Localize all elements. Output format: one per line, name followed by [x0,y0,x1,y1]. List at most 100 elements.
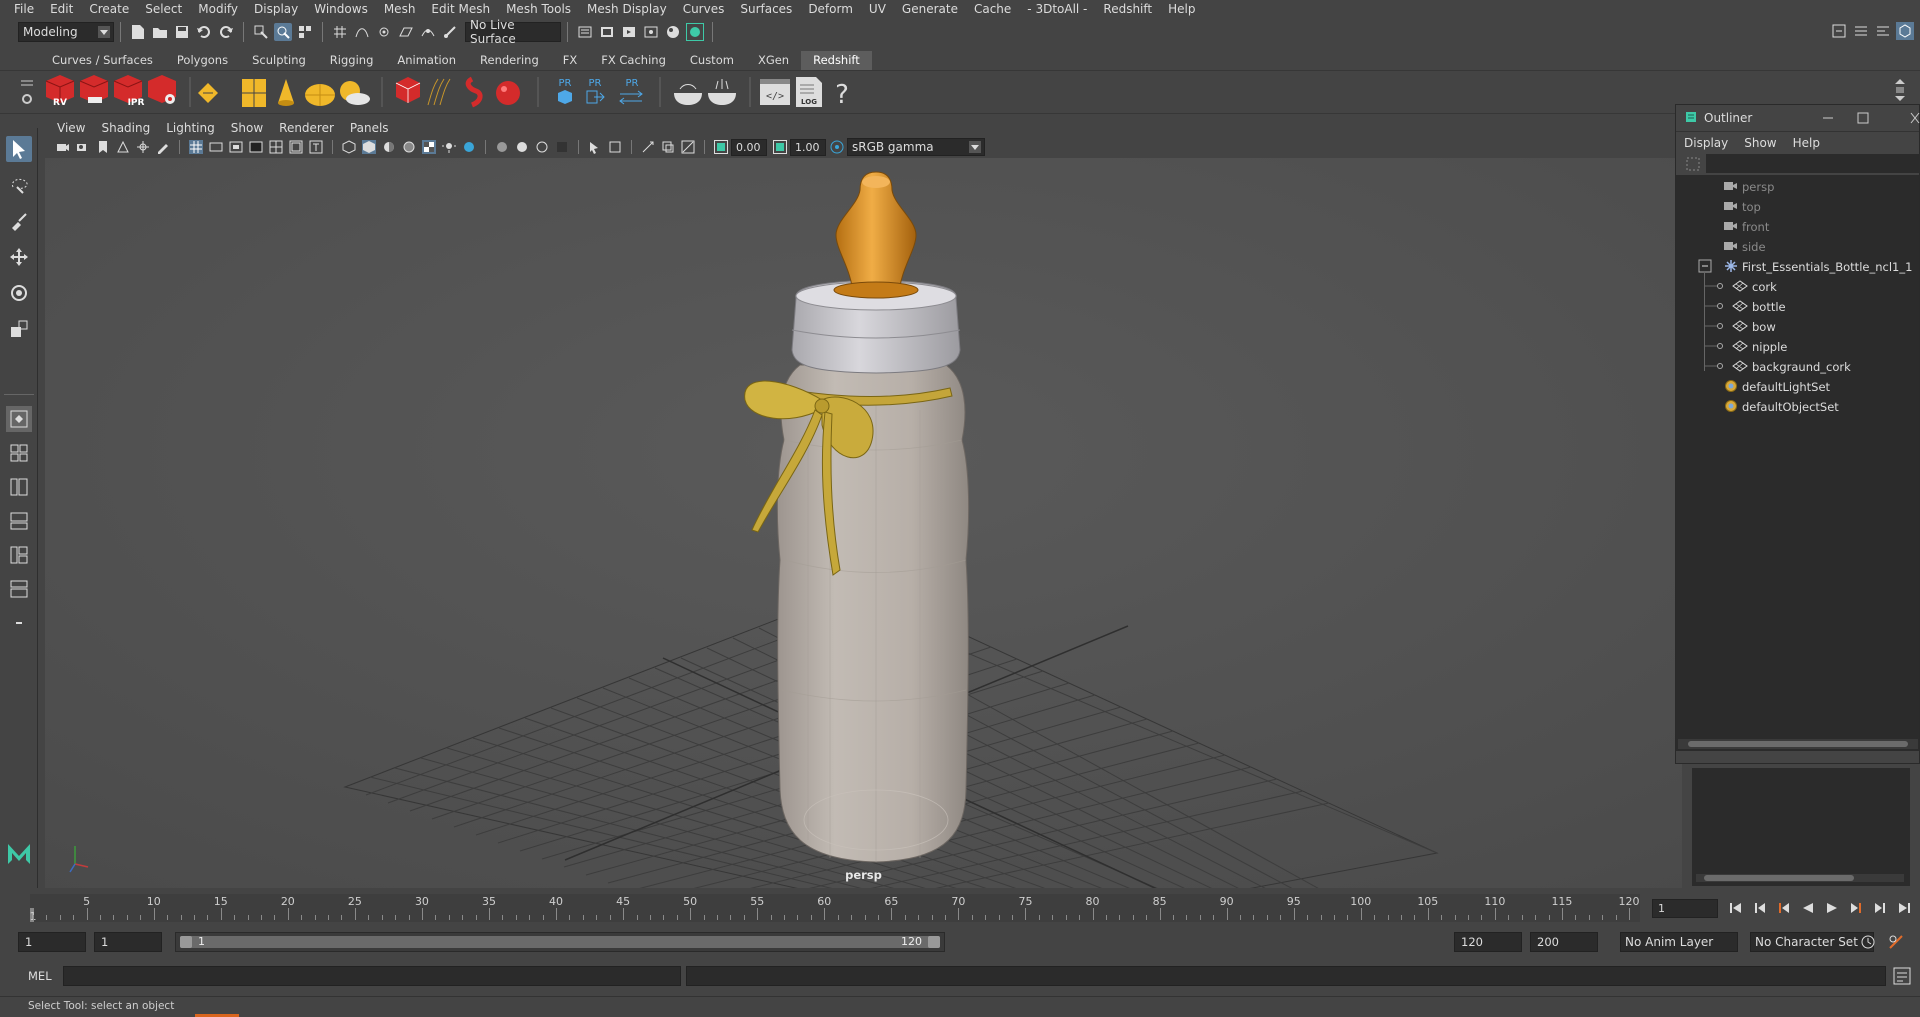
pr-swap-icon[interactable]: PR [619,78,643,105]
outliner-menu-show[interactable]: Show [1736,136,1784,150]
step-forward-key-icon[interactable] [1846,898,1866,918]
scrollbar-thumb[interactable] [1704,875,1854,881]
play-backwards-icon[interactable] [1798,898,1818,918]
menu-cache[interactable]: Cache [966,0,1019,18]
view-transform-dropdown[interactable]: sRGB gamma [847,138,985,156]
gate-mask-icon[interactable] [249,140,263,154]
exposure-toggle-icon[interactable] [714,140,728,154]
redshift-volume-icon[interactable] [465,76,483,108]
range-start-handle[interactable] [180,936,192,948]
script-editor-button-icon[interactable] [1893,967,1911,988]
help-icon[interactable]: ? [835,80,849,110]
sun-sky-icon[interactable] [340,81,370,105]
shelf-options-gear-icon[interactable] [22,94,32,104]
menu-generate[interactable]: Generate [894,0,966,18]
time-slider-track[interactable]: 1 51015202530354045505560657075808590951… [30,894,1640,923]
scale-tool-icon[interactable] [6,316,32,342]
outliner-item-side[interactable]: side [1724,237,1766,257]
playback-end-field[interactable]: 120 [1454,932,1522,952]
area-light-icon[interactable] [198,83,218,103]
select-object-icon[interactable] [274,23,292,41]
save-scene-icon[interactable] [173,23,191,41]
outliner-item-default-light-set[interactable]: defaultLightSet [1724,377,1830,397]
select-camera-icon[interactable] [56,140,70,154]
tab-curves-surfaces[interactable]: Curves / Surfaces [40,51,165,70]
select-hierarchy-icon[interactable] [252,23,270,41]
persp-outliner-layout-icon[interactable] [6,474,32,500]
shelf-scroll-arrows[interactable] [1895,79,1905,101]
menu-file[interactable]: File [6,0,42,18]
live-surface-field[interactable]: No Live Surface [465,18,561,46]
step-back-key-icon[interactable] [1774,898,1794,918]
snap-surface-icon[interactable] [419,23,437,41]
menu-uv[interactable]: UV [861,0,894,18]
bowl-scatter-icon[interactable] [708,79,736,105]
attribute-editor-icon[interactable] [1852,22,1870,40]
depth-of-field-icon[interactable] [555,140,569,154]
xray-joints-icon[interactable] [641,140,655,154]
hypershade-layout-icon[interactable] [6,542,32,568]
outliner-item-default-object-set[interactable]: defaultObjectSet [1724,397,1839,417]
menu-mesh-display[interactable]: Mesh Display [579,0,675,18]
grease-pencil-icon[interactable] [156,140,170,154]
close-icon[interactable] [1909,111,1920,128]
xray-icon[interactable] [608,140,622,154]
redshift-hair-icon[interactable] [427,78,451,106]
outliner-item-bottle[interactable]: bottle [1704,297,1786,317]
camera-attributes-icon[interactable] [76,140,90,154]
redshift-render-view-icon[interactable] [686,23,704,41]
snap-curve-icon[interactable] [353,23,371,41]
image-plane-icon[interactable] [116,140,130,154]
outliner-menu-display[interactable]: Display [1676,136,1736,150]
menu-surfaces[interactable]: Surfaces [732,0,800,18]
channel-box-icon[interactable] [1896,22,1914,40]
modeling-toolkit-icon[interactable] [1830,22,1848,40]
tab-rendering[interactable]: Rendering [468,51,551,70]
maximize-icon[interactable] [1856,111,1870,128]
make-live-icon[interactable] [441,23,459,41]
grid-toggle-icon[interactable] [189,140,203,154]
outliner-filter-icon[interactable] [1686,157,1700,174]
default-material-icon[interactable] [382,140,396,154]
use-all-lights-icon[interactable] [442,140,456,154]
tab-animation[interactable]: Animation [385,51,469,70]
menu-deform[interactable]: Deform [800,0,861,18]
wireframe-icon[interactable] [342,140,356,154]
panel-menu-renderer[interactable]: Renderer [271,121,342,135]
gamma-toggle-icon[interactable] [773,140,787,154]
redshift-render-settings-icon[interactable] [148,75,176,104]
auto-key-icon[interactable] [1860,934,1876,953]
collapse-toggle-icon[interactable] [1698,259,1712,276]
paint-select-tool-icon[interactable] [6,208,32,234]
current-frame-field[interactable]: 1 [1652,899,1718,918]
render-settings-icon[interactable] [576,23,594,41]
safe-action-icon[interactable] [289,140,303,154]
toolbox-expand-icon[interactable] [6,610,32,636]
single-perspective-layout-icon[interactable] [6,406,32,432]
lasso-tool-icon[interactable] [6,172,32,198]
workspace-dropdown[interactable]: Modeling [18,22,114,42]
tab-redshift[interactable]: Redshift [801,51,872,70]
rotate-tool-icon[interactable] [6,280,32,306]
tab-fx[interactable]: FX [550,51,590,70]
go-to-start-icon[interactable] [1726,898,1746,918]
tab-sculpting[interactable]: Sculpting [240,51,318,70]
multisample-aa-icon[interactable] [535,140,549,154]
range-slider-bar[interactable] [180,936,940,948]
color-management-icon[interactable] [830,140,844,154]
menu-create[interactable]: Create [81,0,137,18]
tab-custom[interactable]: Custom [677,51,746,70]
outliner-item-persp[interactable]: persp [1724,177,1774,197]
scrollbar-thumb[interactable] [1688,741,1908,747]
menu-redshift[interactable]: Redshift [1095,0,1160,18]
character-set-dropdown[interactable]: No Character Set [1750,932,1874,952]
menu-3dtoall[interactable]: - 3DtoAll - [1019,0,1095,18]
anim-layer-dropdown[interactable]: No Anim Layer [1620,932,1738,952]
panel-menu-show[interactable]: Show [223,121,271,135]
outliner-item-bow[interactable]: bow [1704,317,1776,337]
move-tool-icon[interactable] [6,244,32,270]
select-component-icon[interactable] [296,23,314,41]
animation-start-field[interactable]: 1 [18,932,86,952]
script-editor-icon[interactable]: </> [760,79,790,105]
textured-icon[interactable] [422,140,436,154]
